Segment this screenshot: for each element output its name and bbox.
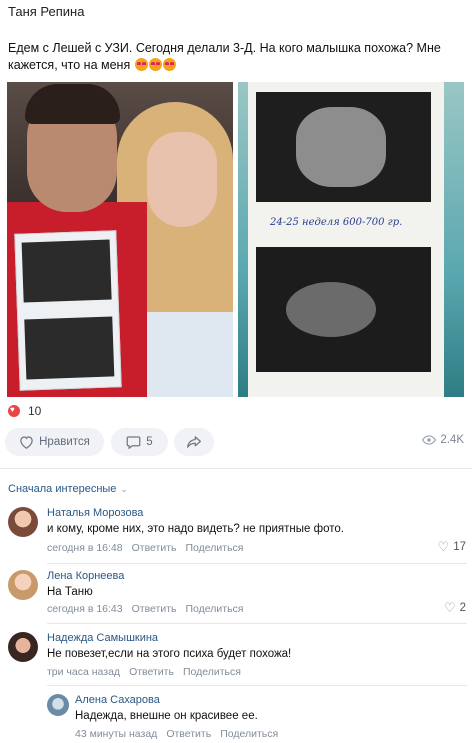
comment-button[interactable]: 5 — [111, 428, 168, 456]
avatar[interactable] — [8, 570, 38, 600]
photo-woman-face — [147, 132, 217, 227]
comment-like-count: 17 — [453, 540, 466, 553]
held-scan-top — [21, 239, 112, 303]
likes-summary[interactable]: 10 — [8, 404, 41, 418]
chevron-down-icon: ⌄ — [120, 483, 128, 494]
comment-like-button[interactable]: ♡ 17 — [438, 540, 466, 553]
heart-icon — [8, 405, 20, 417]
comment-like-button[interactable]: ♡ 2 — [444, 601, 466, 614]
comment-text: Надежда, внешне он красивее ее. — [75, 710, 258, 722]
share-link[interactable]: Поделиться — [186, 603, 244, 615]
ultrasound-scan-3d — [256, 92, 431, 202]
comment-author-name[interactable]: Лена Корнеева — [47, 570, 124, 582]
views-counter: 2.4K — [422, 434, 464, 446]
comment-author-name[interactable]: Алена Сахарова — [75, 694, 160, 706]
held-scan-bottom — [24, 316, 115, 380]
like-button-label: Нравится — [39, 436, 90, 448]
share-icon — [187, 436, 201, 448]
photo-held-ultrasound — [14, 230, 122, 391]
post-text: Едем с Лешей с УЗИ. Сегодня делали 3-Д. … — [8, 40, 466, 74]
eye-icon — [422, 435, 437, 445]
heart-eyes-emoji-icon — [148, 58, 162, 71]
heart-eyes-emoji-icon — [134, 58, 148, 71]
ultrasound-scan-2d — [256, 247, 431, 372]
comment-divider — [47, 623, 467, 624]
reply-link[interactable]: Ответить — [166, 728, 211, 740]
post-text-body: Едем с Лешей с УЗИ. Сегодня делали 3-Д. … — [8, 41, 441, 72]
post-photo-couple[interactable] — [7, 82, 233, 397]
avatar[interactable] — [8, 507, 38, 537]
comments-sort-label: Сначала интересные — [8, 483, 117, 495]
comment-divider — [47, 563, 467, 564]
share-link[interactable]: Поделиться — [220, 728, 278, 740]
comment-time[interactable]: три часа назад — [47, 666, 120, 678]
post-divider — [0, 468, 472, 469]
heart-outline-icon: ♡ — [443, 600, 456, 615]
comment-text: На Таню — [47, 586, 93, 598]
comment-author-name[interactable]: Надежда Самышкина — [47, 632, 158, 644]
comment-icon — [126, 436, 141, 449]
ultrasound-handwriting: 24-25 неделя 600-700 гр. — [270, 217, 403, 228]
comment-text: и кому, кроме них, это надо видеть? не п… — [47, 523, 344, 535]
photo-man-hair — [25, 84, 120, 124]
heart-eyes-emoji-icon — [162, 58, 176, 71]
comment-time[interactable]: сегодня в 16:43 — [47, 603, 123, 615]
post-photo-ultrasound[interactable]: 24-25 неделя 600-700 гр. — [238, 82, 464, 397]
reply-link[interactable]: Ответить — [132, 542, 177, 554]
comment-like-count: 2 — [459, 601, 466, 614]
comment-meta: сегодня в 16:48 Ответить Поделиться — [47, 542, 243, 554]
reply-link[interactable]: Ответить — [129, 666, 174, 678]
heart-outline-icon — [20, 436, 33, 449]
comment-meta: три часа назад Ответить Поделиться — [47, 666, 241, 678]
comment-text: Не повезет,если на этого психа будет пох… — [47, 648, 292, 660]
avatar[interactable] — [8, 632, 38, 662]
reply-link[interactable]: Ответить — [132, 603, 177, 615]
post-author-name[interactable]: Таня Репина — [8, 4, 84, 19]
views-count: 2.4K — [440, 434, 464, 446]
comment-time[interactable]: 43 минуты назад — [75, 728, 157, 740]
comment-meta: сегодня в 16:43 Ответить Поделиться — [47, 603, 243, 615]
likes-count: 10 — [28, 404, 42, 418]
like-button[interactable]: Нравится — [5, 428, 104, 456]
share-button[interactable] — [174, 428, 214, 456]
comment-divider — [47, 685, 467, 686]
ultrasound-scan-3d-face — [296, 107, 386, 187]
ultrasound-paper: 24-25 неделя 600-700 гр. — [248, 82, 444, 397]
heart-outline-icon: ♡ — [437, 539, 450, 554]
ultrasound-scan-2d-fetus — [286, 282, 376, 337]
comments-count: 5 — [146, 436, 153, 448]
share-link[interactable]: Поделиться — [183, 666, 241, 678]
comment-meta: 43 минуты назад Ответить Поделиться — [75, 728, 278, 740]
comments-sort-dropdown[interactable]: Сначала интересные ⌄ — [8, 483, 128, 495]
share-link[interactable]: Поделиться — [186, 542, 244, 554]
comment-time[interactable]: сегодня в 16:48 — [47, 542, 123, 554]
avatar[interactable] — [47, 694, 69, 716]
comment-author-name[interactable]: Наталья Морозова — [47, 507, 143, 519]
